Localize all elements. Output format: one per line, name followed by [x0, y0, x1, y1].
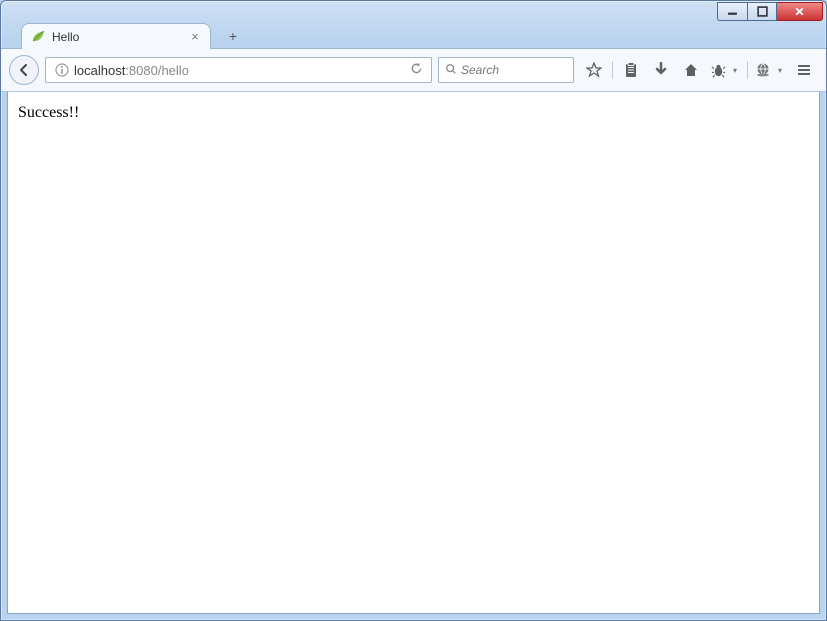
leaf-icon: [30, 29, 46, 45]
close-window-icon: [794, 6, 805, 17]
globe-button[interactable]: [752, 57, 774, 83]
site-identity-button[interactable]: [54, 63, 70, 77]
close-tab-button[interactable]: ×: [188, 29, 202, 44]
bookmark-star-button[interactable]: [580, 57, 608, 83]
browser-window: Hello × + localhost:8080/hello: [0, 0, 827, 621]
tab-strip: Hello × +: [1, 21, 826, 49]
url-text[interactable]: localhost:8080/hello: [74, 63, 405, 78]
menu-button[interactable]: [790, 57, 818, 83]
downloads-button[interactable]: [647, 57, 675, 83]
window-controls: [717, 2, 823, 21]
page-body-text: Success!!: [18, 104, 809, 122]
close-window-button[interactable]: [777, 2, 823, 21]
url-path: :8080/hello: [125, 63, 189, 78]
clipboard-icon: [624, 62, 638, 78]
download-arrow-icon: [654, 62, 668, 78]
bug-button[interactable]: [707, 57, 729, 83]
clipboard-button[interactable]: [617, 57, 645, 83]
minimize-icon: [727, 6, 738, 17]
search-icon: [445, 63, 457, 78]
back-button[interactable]: [9, 55, 39, 85]
reload-button[interactable]: [405, 62, 427, 78]
plus-icon: +: [229, 28, 237, 44]
toolbar-separator: [747, 61, 748, 79]
search-bar[interactable]: [438, 57, 574, 83]
globe-dropdown[interactable]: ▾: [776, 57, 788, 83]
maximize-button[interactable]: [747, 2, 777, 21]
navigation-toolbar: localhost:8080/hello: [1, 48, 826, 92]
toolbar-buttons: ▾ ▾: [580, 57, 818, 83]
info-icon: [55, 63, 69, 77]
reload-icon: [410, 62, 423, 75]
home-button[interactable]: [677, 57, 705, 83]
globe-icon: [755, 62, 771, 78]
page-content: Success!!: [7, 92, 820, 614]
chevron-down-icon: ▾: [733, 66, 737, 75]
hamburger-icon: [796, 62, 812, 78]
chevron-down-icon: ▾: [778, 66, 782, 75]
star-icon: [586, 62, 602, 78]
tab-title: Hello: [52, 30, 182, 44]
tab-active[interactable]: Hello ×: [21, 23, 211, 49]
minimize-button[interactable]: [717, 2, 747, 21]
close-icon: ×: [191, 29, 199, 44]
url-host: localhost: [74, 63, 125, 78]
bug-icon: [711, 63, 726, 78]
back-icon: [17, 63, 31, 77]
maximize-icon: [757, 6, 768, 17]
bug-dropdown[interactable]: ▾: [731, 57, 743, 83]
home-icon: [683, 62, 699, 78]
toolbar-separator: [612, 61, 613, 79]
address-bar[interactable]: localhost:8080/hello: [45, 57, 432, 83]
new-tab-button[interactable]: +: [221, 26, 245, 46]
